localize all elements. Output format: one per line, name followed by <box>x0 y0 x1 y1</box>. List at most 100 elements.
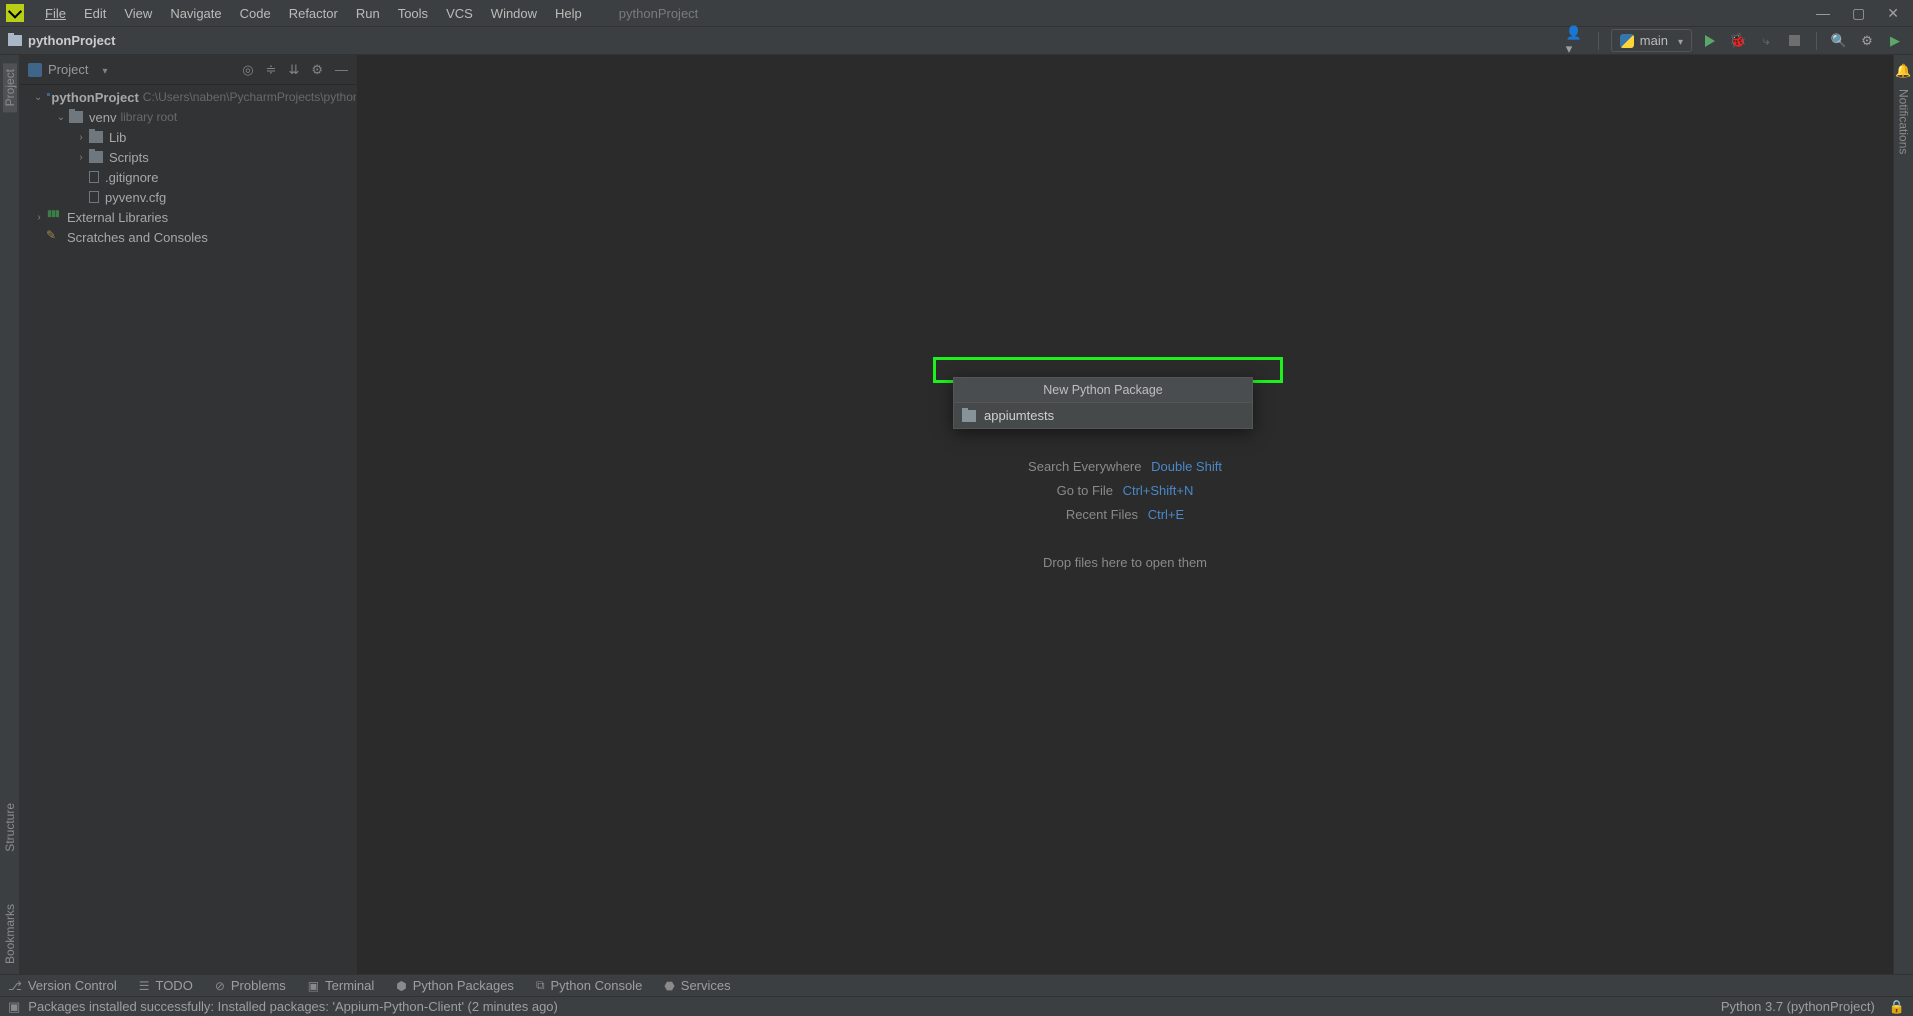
tool-python-console[interactable]: ⧉Python Console <box>536 978 642 993</box>
tree-path-text: C:\Users\naben\PycharmProjects\pythonP <box>143 90 356 104</box>
project-panel-header: Project ◎ ≑ ⇊ ⚙ — <box>20 55 356 85</box>
settings-gear-icon[interactable]: ⚙ <box>311 62 323 78</box>
tool-problems[interactable]: ⊘ Problems <box>215 978 286 993</box>
tree-lib-folder[interactable]: Lib <box>20 127 356 147</box>
tree-root-project[interactable]: pythonProject C:\Users\naben\PycharmProj… <box>20 87 356 107</box>
folder-icon <box>89 151 103 163</box>
stop-button[interactable] <box>1784 31 1804 51</box>
search-everywhere-button[interactable]: 🔍 <box>1829 31 1849 51</box>
status-lock-icon[interactable]: 🔒 <box>1889 999 1905 1015</box>
expand-all-icon[interactable]: ≑ <box>266 62 277 78</box>
services-icon: ⬣ <box>664 979 674 993</box>
bell-icon[interactable]: 🔔 <box>1895 63 1911 79</box>
tree-external-libraries[interactable]: External Libraries <box>20 207 356 227</box>
chevron-right-icon <box>76 152 86 163</box>
window-close-button[interactable]: ✕ <box>1887 5 1899 22</box>
libraries-icon <box>47 211 61 223</box>
menu-navigate[interactable]: Navigate <box>161 3 230 24</box>
chevron-down-icon <box>56 112 66 123</box>
debug-button[interactable]: 🐞 <box>1728 31 1748 51</box>
project-panel-title-text: Project <box>48 62 88 77</box>
select-opened-file-icon[interactable]: ◎ <box>242 62 253 78</box>
hint-label: Drop files here to open them <box>1043 555 1207 570</box>
file-icon <box>89 191 99 203</box>
separator <box>1816 32 1817 50</box>
project-icon <box>28 63 42 77</box>
tree-label: pyvenv.cfg <box>105 190 166 205</box>
tree-venv-folder[interactable]: venv library root <box>20 107 356 127</box>
package-name-input[interactable] <box>984 408 1244 423</box>
project-tree[interactable]: pythonProject C:\Users\naben\PycharmProj… <box>20 85 356 974</box>
tree-label: Scratches and Consoles <box>67 230 208 245</box>
project-tool-window: Project ◎ ≑ ⇊ ⚙ — pythonProject C:\Users… <box>20 55 357 974</box>
python-icon <box>1620 34 1634 48</box>
folder-icon <box>8 35 22 46</box>
editor-empty-area[interactable]: Search Everywhere Double Shift Go to Fil… <box>357 55 1893 974</box>
menu-file[interactable]: File <box>36 3 75 24</box>
tool-todo[interactable]: ☰TODO <box>139 978 193 993</box>
hint-search-everywhere: Search Everywhere Double Shift <box>1028 459 1222 474</box>
tool-window-toggle-icon[interactable]: ▣ <box>8 999 20 1015</box>
left-gutter-bookmarks-tab[interactable]: Bookmarks <box>3 898 17 970</box>
tree-hint-text: library root <box>120 110 177 124</box>
run-button[interactable] <box>1700 31 1720 51</box>
bottom-tool-strip: ⎇Version Control ☰TODO ⊘ Problems ▣Termin… <box>0 974 1913 996</box>
tree-label: pythonProject <box>51 90 138 105</box>
tree-pyvenv-file[interactable]: pyvenv.cfg <box>20 187 356 207</box>
run-anything-button[interactable]: ▶ <box>1885 31 1905 51</box>
run-config-name: main <box>1640 33 1668 48</box>
tool-label: Problems <box>231 978 286 993</box>
tree-label: venv <box>89 110 116 125</box>
collapse-all-icon[interactable]: ⇊ <box>288 62 299 78</box>
warning-icon: ⊘ <box>215 979 225 993</box>
menu-tools[interactable]: Tools <box>389 3 437 24</box>
left-gutter-project-tab[interactable]: Project <box>3 63 17 112</box>
tool-services[interactable]: ⬣Services <box>664 978 730 993</box>
menu-run[interactable]: Run <box>347 3 389 24</box>
project-panel-title[interactable]: Project <box>28 62 108 77</box>
right-tool-gutter: 🔔 Notifications <box>1893 55 1913 974</box>
tool-label: TODO <box>155 978 192 993</box>
menu-view[interactable]: View <box>115 3 161 24</box>
tool-terminal[interactable]: ▣Terminal <box>308 978 374 993</box>
popup-title: New Python Package <box>954 378 1252 402</box>
chevron-down-icon <box>98 62 107 77</box>
window-maximize-button[interactable]: ▢ <box>1852 5 1865 22</box>
status-interpreter[interactable]: Python 3.7 (pythonProject) <box>1721 999 1875 1014</box>
tool-python-packages[interactable]: ⬢Python Packages <box>396 978 514 993</box>
window-minimize-button[interactable]: — <box>1816 5 1830 21</box>
tool-label: Terminal <box>325 978 374 993</box>
menu-window[interactable]: Window <box>482 3 546 24</box>
tree-label: External Libraries <box>67 210 168 225</box>
tree-scratches[interactable]: Scratches and Consoles <box>20 227 356 247</box>
pycharm-app-icon <box>6 4 24 22</box>
tree-scripts-folder[interactable]: Scripts <box>20 147 356 167</box>
hint-shortcut: Double Shift <box>1151 459 1222 474</box>
folder-icon <box>962 410 976 422</box>
tree-label: Lib <box>109 130 126 145</box>
hint-recent-files: Recent Files Ctrl+E <box>1028 507 1222 522</box>
hint-label: Recent Files <box>1066 507 1138 522</box>
right-gutter-notifications-tab[interactable]: Notifications <box>1897 83 1911 160</box>
python-icon: ⧉ <box>536 978 545 993</box>
hide-panel-icon[interactable]: — <box>335 62 348 77</box>
menu-vcs[interactable]: VCS <box>437 3 482 24</box>
code-with-me-button[interactable]: 👤▾ <box>1566 31 1586 51</box>
tree-gitignore-file[interactable]: .gitignore <box>20 167 356 187</box>
menu-code[interactable]: Code <box>231 3 280 24</box>
editor-hints: Search Everywhere Double Shift Go to Fil… <box>1028 450 1222 579</box>
menu-refactor[interactable]: Refactor <box>280 3 347 24</box>
chevron-down-icon <box>34 92 42 103</box>
hint-shortcut: Ctrl+Shift+N <box>1123 483 1194 498</box>
left-gutter-structure-tab[interactable]: Structure <box>3 797 17 858</box>
run-configuration-selector[interactable]: main <box>1611 29 1692 52</box>
menu-help[interactable]: Help <box>546 3 591 24</box>
play-icon <box>1705 35 1715 47</box>
run-with-coverage-button[interactable]: ⤷ <box>1756 31 1776 51</box>
chevron-right-icon <box>76 132 86 143</box>
breadcrumb[interactable]: pythonProject <box>28 33 115 48</box>
settings-button[interactable]: ⚙ <box>1857 31 1877 51</box>
folder-icon <box>69 111 83 123</box>
menu-edit[interactable]: Edit <box>75 3 115 24</box>
tool-version-control[interactable]: ⎇Version Control <box>8 978 117 993</box>
